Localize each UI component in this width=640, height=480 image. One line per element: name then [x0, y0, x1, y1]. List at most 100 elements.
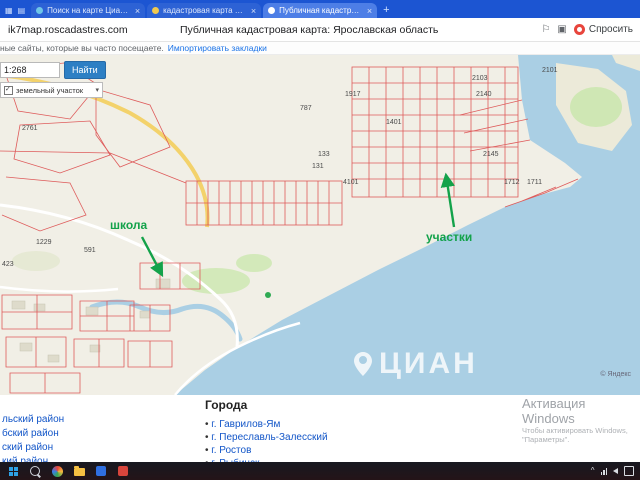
import-bookmarks-link[interactable]: Импортировать закладки — [168, 43, 267, 53]
cadastral-search-input[interactable] — [0, 62, 60, 78]
city-link[interactable]: г. Переславль-Залесский — [211, 432, 327, 443]
map-attribution: © Яндекс — [600, 371, 631, 378]
address-url[interactable]: ik7map.roscadastres.com — [0, 24, 180, 36]
tab-label: кадастровая карта ярос — [163, 6, 247, 15]
city-link[interactable]: г. Гаврилов-Ям — [211, 419, 280, 430]
tab-close-icon[interactable]: × — [367, 6, 372, 16]
network-icon[interactable] — [600, 467, 607, 475]
map-annotation-school: школа — [110, 218, 148, 232]
parcel-label: 131 — [312, 163, 324, 170]
map-annotation-plots: участки — [426, 230, 473, 244]
pin-icon — [354, 352, 372, 376]
ask-label: Спросить — [588, 24, 633, 35]
tab-search-icon[interactable]: ▦ — [5, 6, 13, 15]
district-links: льский район бский район ский район кий … — [2, 415, 64, 463]
watermark-text: ЦИАН — [379, 347, 478, 380]
activation-line: "Параметры". — [522, 435, 570, 444]
red-app-icon — [118, 466, 128, 476]
notification-center-icon[interactable] — [624, 466, 634, 476]
map-canvas — [0, 55, 640, 395]
address-bar-actions: ⚐ ▣ Спросить — [541, 24, 640, 35]
new-tab-button[interactable]: + — [383, 4, 389, 16]
parcel-label: 1401 — [386, 119, 402, 126]
island-forest — [570, 87, 622, 127]
taskbar-app-red[interactable] — [116, 464, 130, 478]
screen: ▦ ▤ Поиск на карте Циан в М × кадастрова… — [0, 0, 640, 480]
activation-title: Активация Windows — [522, 396, 586, 426]
chevron-down-icon: ▾ — [95, 87, 99, 94]
parcel-label: 423 — [2, 261, 14, 268]
map-watermark: ЦИАН — [354, 347, 478, 381]
browser-tab-3-active[interactable]: Публичная кадастровая × — [263, 3, 378, 18]
page-footer: льский район бский район ский район кий … — [0, 395, 640, 462]
taskbar-app-blue[interactable] — [94, 464, 108, 478]
tab-label: Поиск на карте Циан в М — [47, 6, 131, 15]
parcel-label: 2103 — [472, 75, 488, 82]
blue-app-icon — [96, 466, 106, 476]
cities-section: Города г. Гаврилов-Ям г. Переславль-Зале… — [205, 398, 328, 462]
find-button[interactable]: Найти — [64, 61, 106, 79]
search-icon — [30, 466, 40, 476]
layer-label: земельный участок — [16, 85, 84, 95]
tab-label: Публичная кадастровая — [279, 6, 363, 15]
parcel-label: 4101 — [343, 179, 359, 186]
city-list-item: г. Гаврилов-Ям — [205, 418, 328, 431]
cities-title: Города — [205, 398, 248, 412]
taskbar: ^ — [0, 462, 640, 480]
field-patch — [12, 251, 60, 271]
ask-button[interactable]: Спросить — [573, 24, 633, 35]
district-link[interactable]: льский район — [2, 415, 64, 425]
district-link[interactable]: бский район — [2, 429, 64, 439]
forest-patch — [182, 268, 250, 294]
city-list-item: г. Переславль-Залесский — [205, 431, 327, 444]
parcel-label: 591 — [84, 247, 96, 254]
browser-tab-1[interactable]: Поиск на карте Циан в М × — [31, 3, 146, 18]
parcel-label: 1712 — [504, 179, 520, 186]
activation-line: Чтобы активировать Windows, — [522, 426, 628, 435]
parcel-label: 2145 — [483, 151, 499, 158]
windows-logo-icon — [8, 466, 18, 476]
taskbar-search-button[interactable] — [28, 464, 42, 478]
windows-activation-watermark: Активация Windows Чтобы активировать Win… — [522, 396, 640, 444]
layer-select[interactable]: земельный участок ▾ — [0, 82, 103, 98]
tab-favicon — [36, 7, 44, 14]
volume-icon[interactable] — [613, 468, 618, 474]
address-bar: ik7map.roscadastres.com Публичная кадаст… — [0, 18, 640, 42]
parcel-label: 2761 — [22, 125, 38, 132]
ask-icon — [573, 24, 585, 35]
parcel-label: 787 — [300, 105, 312, 112]
browser-tab-bar: ▦ ▤ Поиск на карте Циан в М × кадастрова… — [0, 0, 640, 18]
tab-close-icon[interactable]: × — [135, 6, 140, 16]
map-view[interactable]: 2761 1229 423 591 787 1917 1401 133 131 … — [0, 55, 640, 395]
browser-tab-2[interactable]: кадастровая карта ярос × — [147, 3, 262, 18]
forest-patch — [236, 254, 272, 272]
tray-chevron-icon[interactable]: ^ — [591, 467, 595, 475]
side-panel-icon[interactable]: ▣ — [557, 24, 566, 35]
layer-checkbox[interactable] — [4, 85, 13, 95]
window-controls: ▦ ▤ — [0, 6, 31, 18]
start-button[interactable] — [6, 464, 20, 478]
bookmarks-bar: ные сайты, которые вы часто посещаете. И… — [0, 42, 640, 55]
tab-favicon — [152, 7, 160, 14]
bookmark-flag-icon[interactable]: ⚐ — [541, 24, 550, 35]
bookmarks-hint: ные сайты, которые вы часто посещаете. — [0, 43, 164, 53]
poi-marker — [265, 292, 271, 298]
parcel-label: 2140 — [476, 91, 492, 98]
system-tray: ^ — [591, 466, 634, 476]
taskbar-app-explorer[interactable] — [72, 464, 86, 478]
folder-icon — [73, 466, 85, 476]
parcel-label: 133 — [318, 151, 330, 158]
page-title-text: Публичная кадастровая карта: Ярославская… — [180, 23, 439, 36]
city-list-item: г. Ростов — [205, 444, 328, 457]
parcel-label: 1711 — [527, 179, 543, 186]
tab-overview-icon[interactable]: ▤ — [18, 6, 26, 15]
district-link[interactable]: ский район — [2, 443, 64, 453]
parcel-label: 2101 — [542, 67, 558, 74]
city-link[interactable]: г. Ростов — [211, 445, 251, 456]
map-search-panel: Найти земельный участок ▾ — [0, 61, 106, 98]
browser-icon — [51, 465, 63, 477]
parcel-label: 1917 — [345, 91, 361, 98]
taskbar-app-browser[interactable] — [50, 464, 64, 478]
tab-close-icon[interactable]: × — [251, 6, 256, 16]
parcel-label: 1229 — [36, 239, 52, 246]
